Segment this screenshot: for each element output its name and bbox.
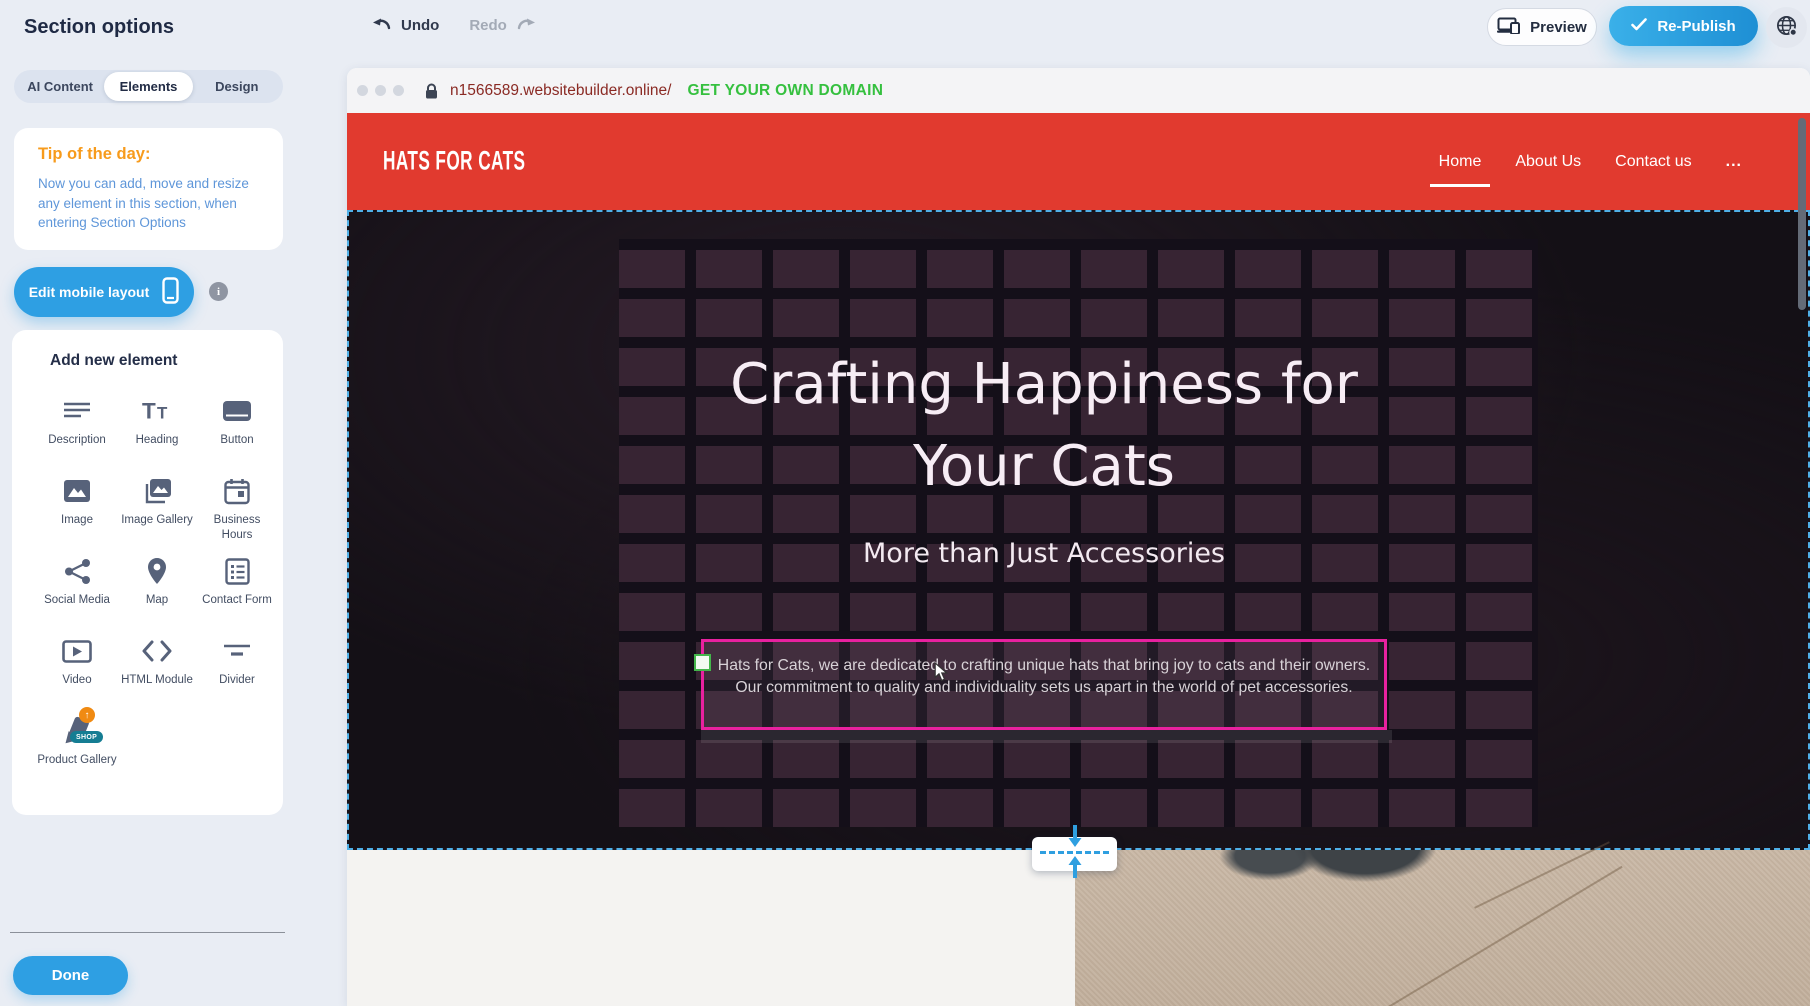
element-video[interactable]: Video bbox=[37, 636, 117, 716]
tile-seam bbox=[1347, 866, 1622, 1006]
social-media-icon bbox=[62, 556, 92, 586]
mouse-cursor bbox=[934, 662, 948, 687]
site-logo[interactable]: HATS FOR CATS bbox=[383, 146, 525, 177]
done-button[interactable]: Done bbox=[13, 956, 128, 995]
description-icon bbox=[62, 396, 92, 426]
info-icon[interactable]: i bbox=[209, 282, 228, 301]
tip-title: Tip of the day: bbox=[38, 145, 259, 164]
browser-dot bbox=[375, 85, 386, 96]
arrow-down-icon bbox=[1067, 825, 1083, 852]
globe-button[interactable] bbox=[1766, 7, 1807, 48]
element-heading[interactable]: TT Heading bbox=[117, 396, 197, 476]
heading-icon: TT bbox=[142, 396, 172, 426]
undo-button[interactable]: Undo bbox=[372, 16, 439, 34]
hero-heading[interactable]: Crafting Happiness for Your Cats bbox=[694, 344, 1394, 508]
arrow-up-icon bbox=[1067, 856, 1083, 883]
element-contact-form[interactable]: Contact Form bbox=[197, 556, 277, 636]
tip-of-the-day-card: Tip of the day: Now you can add, move an… bbox=[14, 128, 283, 250]
site-url[interactable]: n1566589.websitebuilder.online/ bbox=[450, 82, 671, 100]
browser-dot bbox=[357, 85, 368, 96]
browser-chrome: n1566589.websitebuilder.online/ GET YOUR… bbox=[347, 68, 1810, 113]
nav-about-us[interactable]: About Us bbox=[1515, 153, 1581, 171]
business-hours-icon bbox=[222, 476, 252, 506]
nav-contact-us[interactable]: Contact us bbox=[1615, 153, 1691, 171]
mobile-phone-icon bbox=[162, 277, 179, 307]
product-gallery-icon: ↑ SHOP bbox=[62, 716, 92, 746]
hero-subheading[interactable]: More than Just Accessories bbox=[694, 538, 1394, 569]
devices-icon bbox=[1497, 17, 1521, 38]
hero-body-text[interactable]: Hats for Cats, we are dedicated to craft… bbox=[704, 642, 1384, 698]
globe-icon bbox=[1775, 14, 1798, 42]
element-map[interactable]: Map bbox=[117, 556, 197, 636]
preview-scrollbar[interactable] bbox=[1798, 118, 1806, 310]
site-header: HATS FOR CATS Home About Us Contact us .… bbox=[347, 113, 1810, 210]
redo-button[interactable]: Redo bbox=[469, 16, 536, 34]
code-icon bbox=[142, 636, 172, 666]
preview-button[interactable]: Preview bbox=[1487, 8, 1597, 46]
resize-corner-handle[interactable] bbox=[694, 654, 711, 671]
get-domain-link[interactable]: GET YOUR OWN DOMAIN bbox=[687, 82, 883, 100]
website-builder-editor: Section options Undo Redo Preview Re-Pub… bbox=[0, 0, 1810, 1006]
shop-badge: SHOP bbox=[70, 731, 103, 743]
element-divider[interactable]: Divider bbox=[197, 636, 277, 716]
element-button[interactable]: Button bbox=[197, 396, 277, 476]
tab-design[interactable]: Design bbox=[193, 72, 281, 101]
site-nav: Home About Us Contact us ... bbox=[1439, 113, 1742, 210]
element-grid: Description TT Heading Button Image bbox=[37, 396, 283, 796]
paving-photo bbox=[1075, 850, 1810, 1006]
element-html-module[interactable]: HTML Module bbox=[117, 636, 197, 716]
nav-home[interactable]: Home bbox=[1439, 153, 1482, 171]
element-image[interactable]: Image bbox=[37, 476, 117, 556]
selection-shadow bbox=[701, 730, 1392, 743]
sidebar-tabs: AI Content Elements Design bbox=[14, 70, 283, 103]
image-icon bbox=[62, 476, 92, 506]
tab-ai-content[interactable]: AI Content bbox=[16, 72, 104, 101]
video-icon bbox=[62, 636, 92, 666]
tab-elements[interactable]: Elements bbox=[104, 72, 192, 101]
hero-section-selected[interactable]: Crafting Happiness for Your Cats More th… bbox=[347, 210, 1810, 850]
divider-icon bbox=[222, 636, 252, 666]
republish-button[interactable]: Re-Publish bbox=[1609, 6, 1758, 46]
element-social-media[interactable]: Social Media bbox=[37, 556, 117, 636]
element-product-gallery[interactable]: ↑ SHOP Product Gallery bbox=[37, 716, 117, 796]
add-panel-title: Add new element bbox=[50, 352, 283, 370]
svg-text:T: T bbox=[142, 399, 156, 424]
element-description[interactable]: Description bbox=[37, 396, 117, 476]
site-preview-window: n1566589.websitebuilder.online/ GET YOUR… bbox=[347, 68, 1810, 1006]
lock-icon bbox=[425, 83, 438, 99]
check-icon bbox=[1631, 18, 1647, 35]
contact-form-icon bbox=[222, 556, 252, 586]
element-image-gallery[interactable]: Image Gallery bbox=[117, 476, 197, 556]
sidebar-divider bbox=[10, 932, 285, 933]
add-element-panel: Add new element Description TT Heading B… bbox=[12, 330, 283, 815]
element-business-hours[interactable]: Business Hours bbox=[197, 476, 277, 556]
image-gallery-icon bbox=[142, 476, 172, 506]
svg-text:T: T bbox=[157, 404, 168, 423]
browser-dot bbox=[393, 85, 404, 96]
page-title: Section options bbox=[24, 16, 174, 39]
undo-redo-group: Undo Redo bbox=[372, 16, 536, 34]
map-pin-icon bbox=[142, 556, 172, 586]
tile-seam bbox=[1474, 841, 1610, 909]
section-resize-handle[interactable] bbox=[1032, 837, 1117, 871]
selected-text-element[interactable]: Hats for Cats, we are dedicated to craft… bbox=[701, 639, 1387, 730]
tip-body: Now you can add, move and resize any ele… bbox=[38, 174, 259, 233]
nav-more-ellipsis[interactable]: ... bbox=[1726, 153, 1742, 171]
undo-icon bbox=[372, 16, 392, 34]
upgrade-arrow-badge: ↑ bbox=[79, 707, 95, 723]
redo-icon bbox=[516, 16, 536, 34]
button-icon bbox=[222, 396, 252, 426]
edit-mobile-layout-button[interactable]: Edit mobile layout bbox=[14, 267, 194, 317]
